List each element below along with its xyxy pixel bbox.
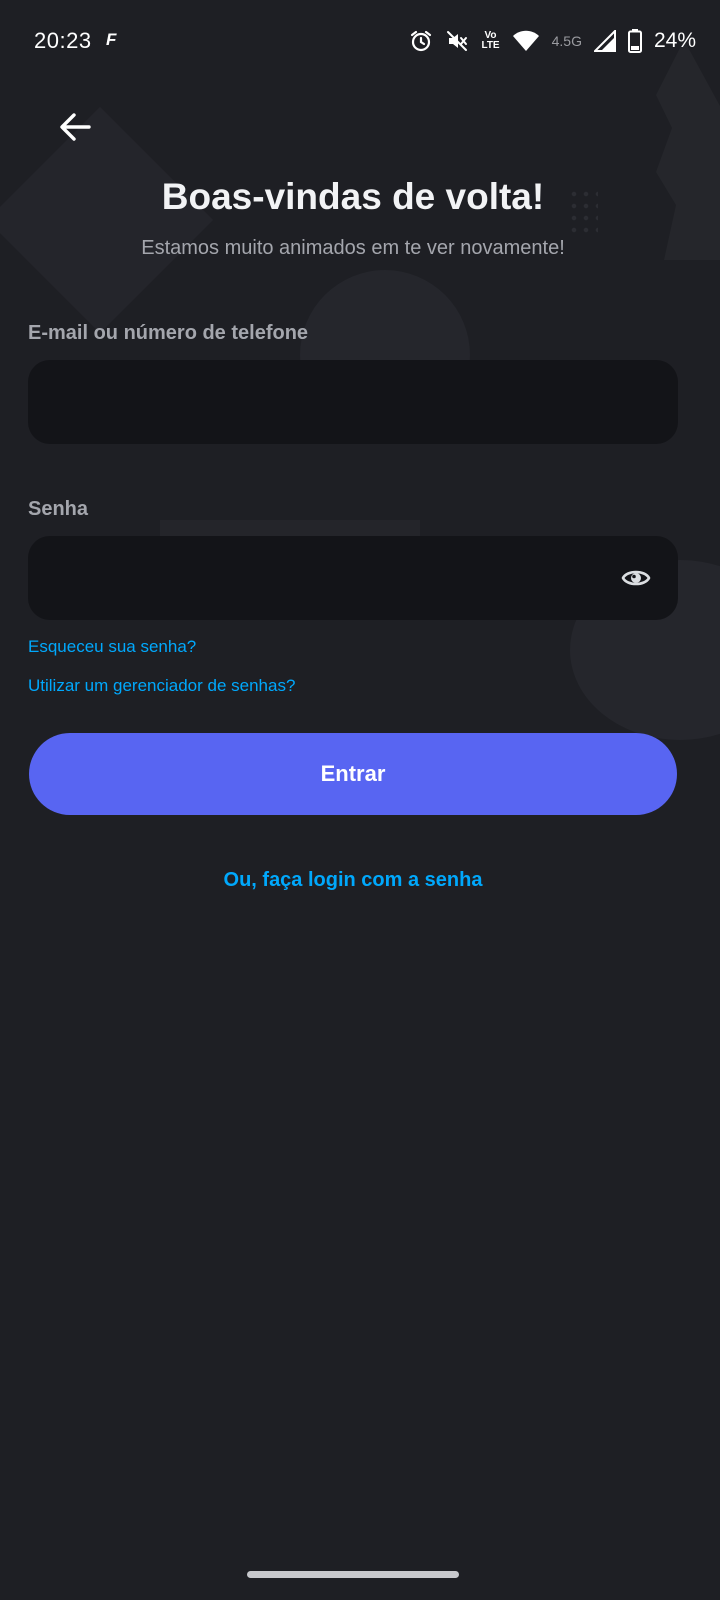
back-button[interactable] bbox=[52, 104, 98, 150]
volte-bottom-text: LTE bbox=[481, 40, 500, 51]
password-manager-link[interactable]: Utilizar um gerenciador de senhas? bbox=[28, 676, 295, 696]
signal-icon bbox=[593, 30, 616, 52]
email-field-container bbox=[28, 360, 678, 444]
battery-icon bbox=[627, 29, 642, 53]
arrow-left-icon bbox=[60, 113, 91, 141]
wifi-icon bbox=[512, 30, 540, 52]
email-field[interactable] bbox=[28, 360, 678, 444]
email-field-label: E-mail ou número de telefone bbox=[28, 322, 309, 344]
mute-icon bbox=[445, 29, 469, 53]
status-time: 20:23 bbox=[34, 28, 92, 53]
eye-icon bbox=[621, 570, 651, 586]
network-type-label: 4.5G bbox=[551, 33, 582, 49]
page-subtitle: Estamos muito animados em te ver novamen… bbox=[141, 237, 565, 259]
background-diamond-shape bbox=[0, 106, 214, 334]
home-indicator[interactable] bbox=[247, 1571, 459, 1578]
login-button-label: Entrar bbox=[320, 761, 386, 786]
alarm-icon bbox=[409, 29, 433, 53]
status-icons: Vo LTE 4.5G 24% bbox=[409, 26, 696, 56]
app-notification-icon: F bbox=[106, 30, 117, 49]
battery-percent: 24% bbox=[653, 29, 696, 52]
password-field[interactable] bbox=[28, 536, 678, 620]
show-password-button[interactable] bbox=[620, 563, 652, 593]
alternate-login-link[interactable]: Ou, faça login com a senha bbox=[0, 869, 706, 892]
login-screen: 20:23 F Vo LTE 4.5G 24% Boas-vindas de v… bbox=[0, 0, 720, 1600]
forgot-password-link[interactable]: Esqueceu sua senha? bbox=[28, 637, 196, 657]
login-button[interactable]: Entrar bbox=[29, 733, 677, 815]
status-bar: 20:23 F Vo LTE 4.5G 24% bbox=[0, 0, 720, 84]
page-title: Boas-vindas de volta! bbox=[161, 176, 545, 217]
volte-icon: Vo LTE bbox=[481, 31, 499, 51]
password-field-container bbox=[28, 536, 678, 620]
password-field-label: Senha bbox=[28, 498, 89, 520]
